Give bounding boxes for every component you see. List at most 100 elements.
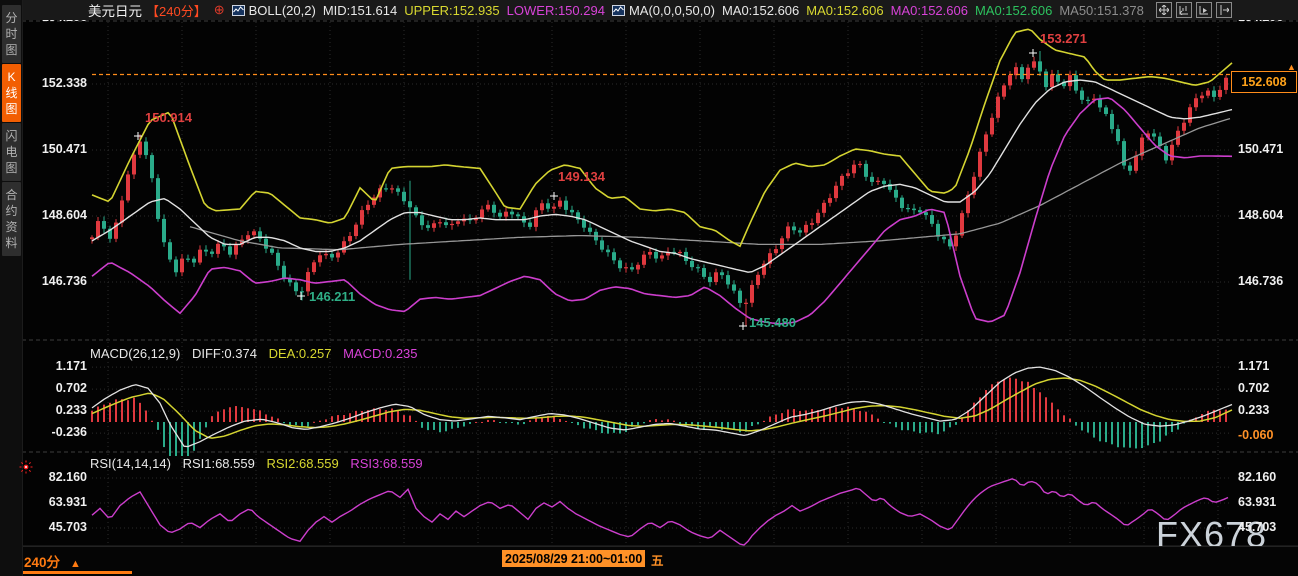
macd-hist-bar xyxy=(919,422,921,433)
macd-hist-bar xyxy=(925,422,927,433)
macd-axis-label: 0.233 xyxy=(25,403,87,417)
price-axis-label: 146.736 xyxy=(25,274,87,288)
candle-body xyxy=(1134,156,1138,171)
candle-body xyxy=(1044,72,1048,88)
candle-body xyxy=(282,266,286,279)
candle-body xyxy=(348,236,352,241)
macd-name: MACD(26,12,9) xyxy=(90,346,180,361)
candle-body xyxy=(102,221,106,229)
macd-hist-bar xyxy=(643,422,645,423)
macd-hist-bar xyxy=(307,422,309,426)
candle-body xyxy=(600,240,604,249)
price-extreme-label: 146.211 xyxy=(309,289,355,304)
macd-hist-bar xyxy=(1063,415,1065,422)
candle-body xyxy=(660,255,664,258)
macd-hist-bar xyxy=(1129,422,1131,448)
chart-toolbar xyxy=(1156,2,1232,18)
candle-body xyxy=(648,252,652,255)
candle-body xyxy=(690,261,694,267)
macd-hist-bar xyxy=(1105,422,1107,442)
candle-body xyxy=(642,255,646,265)
price-extreme-label: 153.271 xyxy=(1040,31,1087,46)
candle-body xyxy=(204,250,208,252)
macd-hist-bar xyxy=(493,420,495,422)
macd-hist-bar xyxy=(415,421,417,422)
candle-body xyxy=(636,265,640,270)
candle-body xyxy=(912,209,916,211)
macd-hist-bar xyxy=(409,416,411,422)
candle-body xyxy=(1080,91,1084,100)
candle-body xyxy=(174,260,178,273)
candle-body xyxy=(954,236,958,247)
playback-icon[interactable] xyxy=(1196,2,1212,18)
macd-hist-bar xyxy=(667,419,669,422)
macd-hist-bar xyxy=(517,422,519,425)
macd-hist-bar xyxy=(907,422,909,430)
candle-body xyxy=(210,252,214,254)
macd-hist-bar xyxy=(1015,379,1017,422)
candle-body xyxy=(156,178,160,219)
macd-hist-bar xyxy=(283,422,285,423)
macd-hist-bar xyxy=(499,422,501,423)
candle-body xyxy=(1002,85,1006,96)
candle-body xyxy=(570,210,574,212)
candle-body xyxy=(786,226,790,238)
pan-move-icon[interactable] xyxy=(1156,2,1172,18)
sidebar-tab-contract[interactable]: 合约资料 xyxy=(2,182,21,256)
macd-hist-bar xyxy=(937,422,939,434)
circle-plus-icon[interactable]: ⊕ xyxy=(214,2,225,18)
macd-hist-bar xyxy=(649,420,651,422)
candle-body xyxy=(780,238,784,249)
scale-left-icon[interactable] xyxy=(1176,2,1192,18)
macd-hist-bar xyxy=(223,409,225,422)
macd-hist-bar xyxy=(427,422,429,430)
extreme-cross-icon xyxy=(550,192,558,200)
macd-hist-bar xyxy=(889,422,891,424)
candle-body xyxy=(942,237,946,240)
candle-body xyxy=(276,253,280,266)
candle-body xyxy=(318,255,322,262)
candle-body xyxy=(216,244,220,254)
candle-body xyxy=(996,97,1000,118)
alarm-icon[interactable] xyxy=(19,460,33,474)
candle-body xyxy=(396,188,400,191)
series-line xyxy=(190,119,1230,250)
macd-hist-bar xyxy=(1225,410,1227,422)
candle-body xyxy=(294,282,298,291)
macd-hist-bar xyxy=(793,409,795,422)
candle-body xyxy=(612,252,616,260)
macd-hist-bar xyxy=(1075,422,1077,426)
candle-body xyxy=(516,214,520,216)
candle-body xyxy=(858,164,862,165)
macd-hist-bar xyxy=(787,409,789,422)
macd-hist-bar xyxy=(871,415,873,422)
candle-body xyxy=(630,267,634,269)
sidebar-tab-kline[interactable]: K线图 xyxy=(2,64,21,122)
candle-body xyxy=(750,285,754,303)
extreme-cross-icon xyxy=(1029,49,1037,57)
indicator-chart-icon xyxy=(612,5,625,16)
macd-hist-bar xyxy=(457,422,459,428)
candle-body xyxy=(654,252,658,259)
price-axis-label: 148.604 xyxy=(25,208,87,222)
current-price-badge: 152.608 xyxy=(1231,71,1297,93)
expand-right-icon[interactable] xyxy=(1216,2,1232,18)
macd-hist-bar xyxy=(229,407,231,422)
macd-hist-bar xyxy=(397,410,399,422)
candle-body xyxy=(426,225,430,228)
indicator-chart-icon xyxy=(232,5,245,16)
candle-body xyxy=(504,212,508,217)
macd-hist-bar xyxy=(181,422,183,456)
macd-hist-bar xyxy=(175,422,177,456)
chart-canvas[interactable] xyxy=(0,0,1298,576)
ma0-value-4: MA0:152.606 xyxy=(975,3,1052,18)
candle-body xyxy=(804,225,808,233)
price-axis-label: 150.471 xyxy=(1238,142,1283,156)
macd-hist-bar xyxy=(1045,397,1047,422)
macd-hist-bar xyxy=(313,422,315,423)
candle-body xyxy=(540,203,544,210)
candle-body xyxy=(732,284,736,290)
sidebar-tab-timeline[interactable]: 分时图 xyxy=(2,5,21,63)
period-selector[interactable]: 240分▲ xyxy=(24,551,81,571)
sidebar-tab-lightning[interactable]: 闪电图 xyxy=(2,123,21,181)
